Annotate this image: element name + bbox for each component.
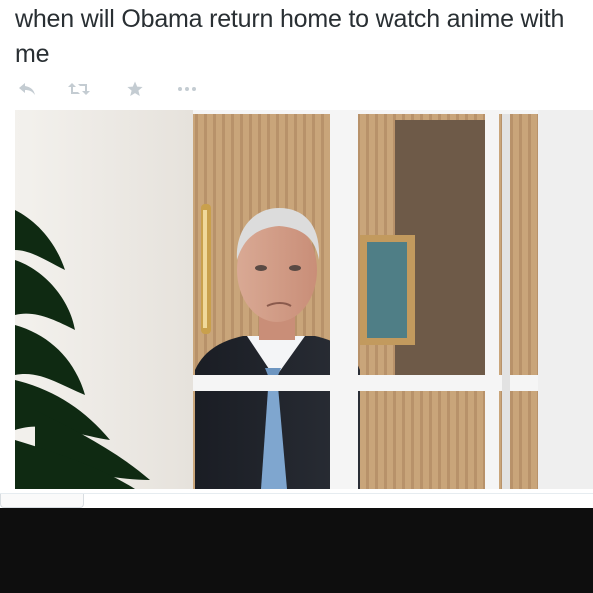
retweet-icon[interactable] xyxy=(68,78,90,100)
bottom-tab[interactable] xyxy=(0,494,84,508)
tweet-photo[interactable] xyxy=(15,110,593,489)
more-icon[interactable] xyxy=(176,78,198,100)
divider xyxy=(0,493,593,494)
reply-icon[interactable] xyxy=(16,78,38,100)
tweet-text: when will Obama return home to watch ani… xyxy=(15,5,565,68)
bottom-bar xyxy=(0,508,593,593)
favorite-icon[interactable] xyxy=(124,78,146,100)
